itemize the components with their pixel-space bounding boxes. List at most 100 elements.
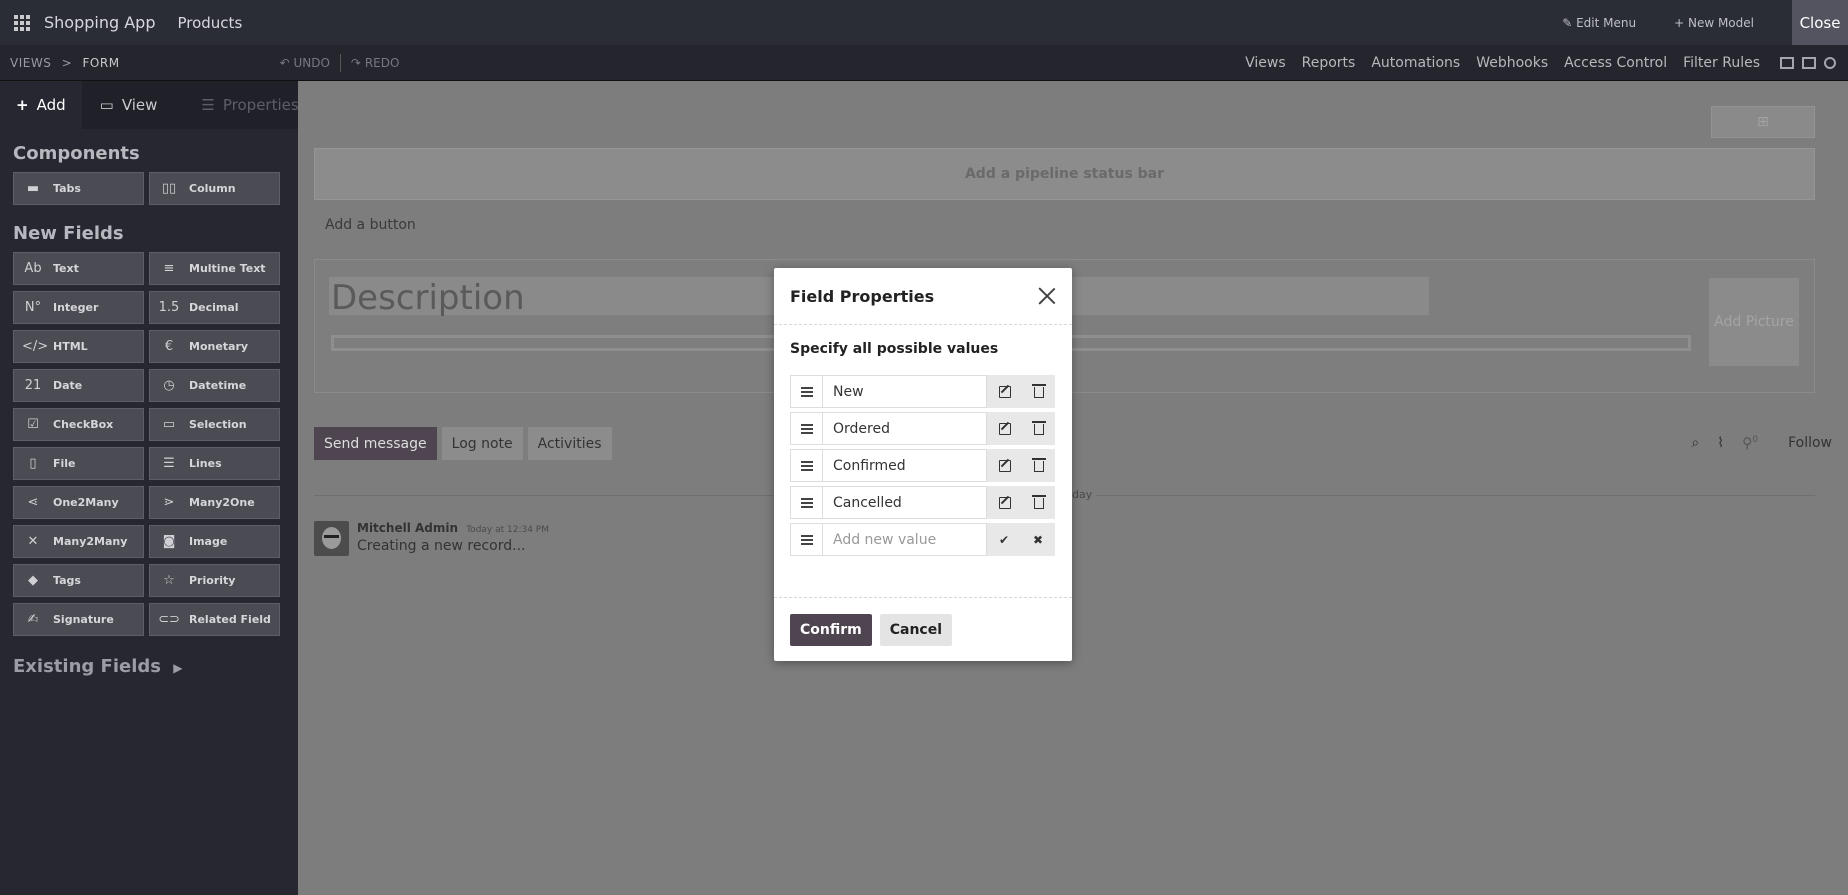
- field-decimal[interactable]: 1.5 Decimal: [149, 291, 280, 324]
- field-checkbox[interactable]: ☑ CheckBox: [13, 408, 144, 441]
- redo-button[interactable]: ↷ REDO: [351, 56, 400, 70]
- list-view-icon[interactable]: [1802, 56, 1816, 69]
- field-label: File: [53, 457, 76, 470]
- field-label: Monetary: [189, 340, 249, 353]
- checkbox-icon: ☑: [27, 417, 39, 432]
- field-selection[interactable]: ▭ Selection: [149, 408, 280, 441]
- field-related-field[interactable]: ⊂⊃ Related Field: [149, 603, 280, 636]
- pipeline-status-bar[interactable]: Add a pipeline status bar: [314, 148, 1815, 200]
- field-html[interactable]: </> HTML: [13, 330, 144, 363]
- value-input[interactable]: Confirmed: [823, 449, 987, 482]
- field-label: Related Field: [189, 613, 271, 626]
- form-view-icon[interactable]: [1780, 56, 1794, 69]
- add-button-link[interactable]: Add a button: [325, 217, 416, 233]
- breadcrumb-views[interactable]: VIEWS: [10, 56, 51, 70]
- edit-menu-link[interactable]: ✎ Edit Menu: [1562, 16, 1636, 30]
- component-column[interactable]: ▯▯ Column: [149, 172, 280, 205]
- menu-products[interactable]: Products: [177, 14, 242, 32]
- nav-automations[interactable]: Automations: [1371, 55, 1460, 71]
- trash-icon[interactable]: [1031, 421, 1046, 435]
- field-many2one[interactable]: ⋗ Many2One: [149, 486, 280, 519]
- activities-button[interactable]: Activities: [527, 427, 612, 460]
- add-picture[interactable]: Add Picture: [1709, 278, 1799, 366]
- field-multine-text[interactable]: ≡ Multine Text: [149, 252, 280, 285]
- nav-access-control[interactable]: Access Control: [1564, 55, 1667, 71]
- field-image[interactable]: ◙ Image: [149, 525, 280, 558]
- edit-icon[interactable]: [998, 422, 1011, 435]
- sidebar-tabs: + Add ▭ View ☰ Properties: [0, 81, 299, 129]
- field-label: Selection: [189, 418, 247, 431]
- edit-icon[interactable]: [998, 459, 1011, 472]
- edit-icon[interactable]: [998, 496, 1011, 509]
- value-input[interactable]: Ordered: [823, 412, 987, 445]
- properties-icon: ☰: [201, 96, 215, 114]
- field-lines[interactable]: ☰ Lines: [149, 447, 280, 480]
- close-icon[interactable]: [1038, 287, 1056, 305]
- edit-icon[interactable]: [998, 385, 1011, 398]
- field-label: Priority: [189, 574, 236, 587]
- confirm-button[interactable]: Confirm: [790, 614, 872, 646]
- field-label: Decimal: [189, 301, 239, 314]
- drag-handle[interactable]: [790, 412, 823, 445]
- field-datetime[interactable]: ◷ Datetime: [149, 369, 280, 402]
- paperclip-icon[interactable]: ⌇: [1717, 435, 1724, 451]
- message-time: Today at 12:34 PM: [466, 525, 550, 535]
- check-icon[interactable]: ✔: [999, 533, 1009, 547]
- drag-handle[interactable]: [790, 449, 823, 482]
- new-value-input[interactable]: Add new value: [823, 523, 987, 556]
- value-row: New: [790, 375, 1056, 408]
- message-author[interactable]: Mitchell Admin: [357, 521, 458, 535]
- cancel-button[interactable]: Cancel: [879, 614, 953, 646]
- existing-fields-toggle[interactable]: Existing Fields ▶: [0, 636, 298, 697]
- drag-handle[interactable]: [790, 523, 823, 556]
- dialog-body: Specify all possible values New Ordered Co…: [774, 325, 1072, 576]
- nav-views[interactable]: Views: [1245, 55, 1286, 71]
- trash-icon[interactable]: [1031, 458, 1046, 472]
- component-tabs[interactable]: ▬ Tabs: [13, 172, 144, 205]
- field-file[interactable]: ▯ File: [13, 447, 144, 480]
- undo-icon: ↶: [279, 55, 290, 70]
- search-icon[interactable]: ⌕: [1691, 435, 1699, 451]
- new-model-link[interactable]: + New Model: [1674, 16, 1754, 30]
- nav-filter-rules[interactable]: Filter Rules: [1683, 55, 1760, 71]
- trash-icon[interactable]: [1031, 384, 1046, 398]
- tab-view[interactable]: ▭ View: [82, 81, 174, 129]
- drag-handle[interactable]: [790, 375, 823, 408]
- search-view-icon[interactable]: [1824, 56, 1836, 69]
- add-smart-button[interactable]: ⊞: [1711, 106, 1815, 138]
- drag-handle[interactable]: [790, 486, 823, 519]
- field-many2many[interactable]: ✕ Many2Many: [13, 525, 144, 558]
- nav-reports[interactable]: Reports: [1302, 55, 1356, 71]
- field-tags[interactable]: ◆ Tags: [13, 564, 144, 597]
- field-monetary[interactable]: € Monetary: [149, 330, 280, 363]
- follow-button[interactable]: Follow: [1788, 435, 1832, 451]
- tab-properties[interactable]: ☰ Properties: [173, 81, 314, 129]
- many2one-icon: ⋗: [163, 495, 175, 510]
- drag-handle-icon: [800, 423, 813, 434]
- followers-button[interactable]: ⚲0: [1742, 435, 1758, 452]
- chatter-actions: Send message Log note Activities: [314, 427, 612, 460]
- value-row: Ordered: [790, 412, 1056, 445]
- field-priority[interactable]: ☆ Priority: [149, 564, 280, 597]
- value-input[interactable]: Cancelled: [823, 486, 987, 519]
- field-integer[interactable]: N° Integer: [13, 291, 144, 324]
- title-field[interactable]: Description: [331, 278, 525, 318]
- field-date[interactable]: 21 Date: [13, 369, 144, 402]
- log-note-button[interactable]: Log note: [441, 427, 523, 460]
- undo-button[interactable]: ↶ UNDO: [280, 56, 330, 70]
- apps-menu-icon[interactable]: [14, 14, 30, 31]
- user-icon: ⚲: [1742, 435, 1753, 452]
- value-input[interactable]: New: [823, 375, 987, 408]
- send-message-button[interactable]: Send message: [314, 427, 437, 460]
- close-icon[interactable]: ✖: [1033, 533, 1043, 547]
- avatar[interactable]: [314, 521, 349, 556]
- new-fields-grid: Ab Text ≡ Multine Text N° Integer 1.5 Decimal </…: [0, 252, 298, 636]
- field-signature[interactable]: ✍ Signature: [13, 603, 144, 636]
- close-button[interactable]: Close: [1792, 0, 1848, 45]
- field-text[interactable]: Ab Text: [13, 252, 144, 285]
- app-name[interactable]: Shopping App: [44, 13, 155, 32]
- field-one2many[interactable]: ⋖ One2Many: [13, 486, 144, 519]
- trash-icon[interactable]: [1031, 495, 1046, 509]
- tab-add[interactable]: + Add: [0, 81, 82, 129]
- nav-webhooks[interactable]: Webhooks: [1476, 55, 1548, 71]
